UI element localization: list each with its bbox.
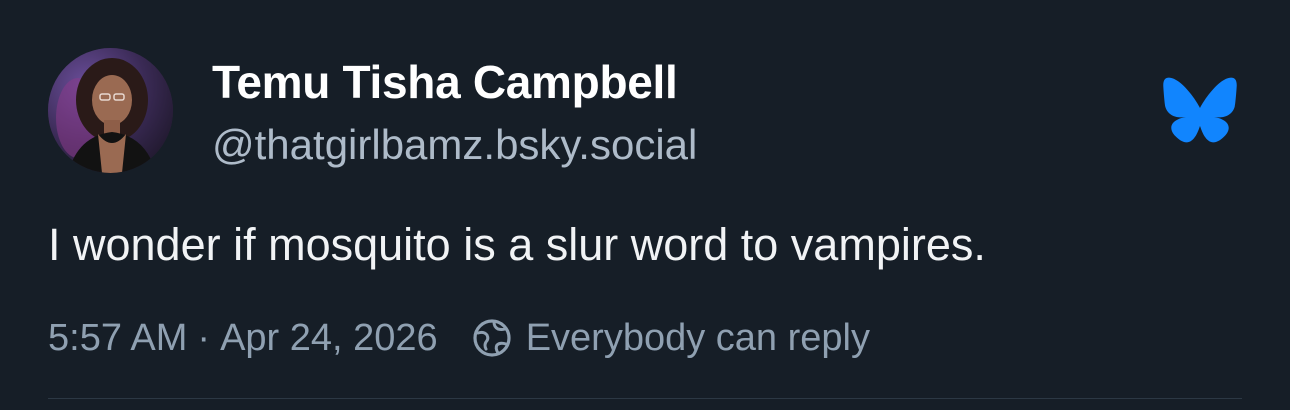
- post-card: Temu Tisha Campbell @thatgirlbamz.bsky.s…: [0, 0, 1290, 410]
- meta-separator: ·: [197, 316, 211, 359]
- author-display-name[interactable]: Temu Tisha Campbell: [212, 55, 678, 109]
- globe-icon-svg: [473, 319, 511, 357]
- bluesky-butterfly-icon[interactable]: [1162, 76, 1238, 144]
- reply-setting[interactable]: Everybody can reply: [526, 317, 870, 360]
- post-time[interactable]: 5:57 AM: [48, 317, 187, 360]
- author-handle[interactable]: @thatgirlbamz.bsky.social: [212, 121, 697, 169]
- bluesky-logo-svg: [1163, 77, 1237, 143]
- post-text: I wonder if mosquito is a slur word to v…: [48, 219, 986, 270]
- globe-icon: [472, 318, 512, 358]
- post-date[interactable]: Apr 24, 2026: [220, 317, 438, 360]
- post-meta: 5:57 AM · Apr 24, 2026 Everybody can rep…: [48, 313, 870, 363]
- avatar-image: [48, 48, 173, 173]
- divider: [48, 398, 1242, 399]
- avatar[interactable]: [48, 48, 173, 173]
